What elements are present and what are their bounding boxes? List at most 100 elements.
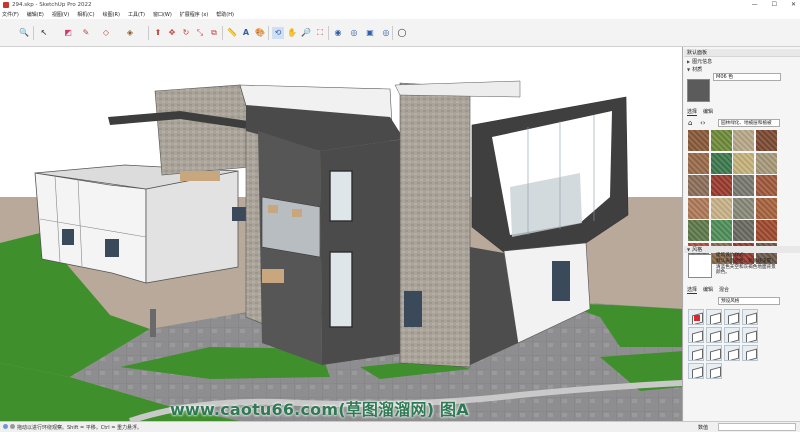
materials-tab-edit[interactable]: 编辑 bbox=[703, 108, 713, 116]
current-material-swatch[interactable] bbox=[687, 79, 710, 102]
model-viewport[interactable]: www.caotu66.com(草图溜溜网) 图A bbox=[0, 47, 683, 421]
tray-title: 默认面板 bbox=[684, 49, 800, 57]
paint-icon[interactable]: 🎨 bbox=[254, 27, 266, 39]
style-thumbnail[interactable] bbox=[688, 309, 704, 325]
menu-camera[interactable]: 相机(C) bbox=[77, 11, 94, 18]
material-swatch[interactable] bbox=[755, 175, 777, 196]
material-swatch[interactable] bbox=[688, 220, 709, 241]
entity-info-section[interactable]: ▶ 图元信息 bbox=[684, 58, 800, 65]
material-swatch[interactable] bbox=[710, 152, 732, 174]
style-category-dropdown[interactable]: 预设风格 bbox=[718, 297, 780, 305]
geo-icon[interactable] bbox=[10, 424, 15, 429]
styles-tab-edit[interactable]: 编辑 bbox=[703, 286, 713, 294]
material-swatch[interactable] bbox=[733, 130, 754, 151]
styles-section[interactable]: ▼ 风格 bbox=[684, 246, 800, 253]
style-info: 建筑设计样式 默认表面颜色，轮廓线设置；清蓝色天空和灰褐色地面背景颜色。 bbox=[716, 253, 780, 276]
style-thumbnail[interactable] bbox=[688, 327, 704, 343]
text-icon[interactable]: A bbox=[240, 27, 252, 39]
style-thumbnail[interactable] bbox=[706, 363, 722, 379]
material-swatch[interactable] bbox=[688, 130, 709, 151]
pan-icon[interactable]: ✋ bbox=[286, 27, 298, 39]
style-thumbnail[interactable] bbox=[742, 327, 758, 343]
material-swatch[interactable] bbox=[733, 197, 754, 219]
styles-tab-select[interactable]: 选择 bbox=[687, 286, 698, 294]
sketchup-logo-icon bbox=[3, 2, 9, 8]
material-category-dropdown[interactable]: 园林绿化、地被层和植被 bbox=[718, 119, 780, 127]
menu-file[interactable]: 文件(F) bbox=[2, 11, 19, 18]
style-thumbnail[interactable] bbox=[688, 345, 704, 361]
close-button[interactable]: ✕ bbox=[791, 1, 796, 8]
main-toolbar: 🔍 ↖ ◩ ✎ ◇ ◈ ⬆ ✥ ↻ ⤡ ⧉ 📏 A 🎨 ⟲ ✋ 🔎 ⛶ ◉ ◎ … bbox=[0, 19, 800, 47]
zoom-icon[interactable]: 🔎 bbox=[300, 27, 312, 39]
material-swatch[interactable] bbox=[688, 152, 709, 174]
style-thumbnail[interactable] bbox=[688, 363, 704, 379]
current-style-thumbnail[interactable] bbox=[688, 254, 712, 278]
material-swatch[interactable] bbox=[755, 152, 777, 174]
extension-warehouse-icon[interactable]: ◎ bbox=[380, 27, 392, 39]
materials-tab-select[interactable]: 选择 bbox=[687, 108, 698, 116]
menu-window[interactable]: 窗口(W) bbox=[153, 11, 172, 18]
nav-arrows-icon[interactable]: ‹› bbox=[700, 119, 706, 127]
material-swatch[interactable] bbox=[688, 197, 709, 219]
material-swatch[interactable] bbox=[755, 220, 777, 241]
info-icon[interactable] bbox=[3, 424, 8, 429]
style-thumbnail[interactable] bbox=[724, 309, 740, 325]
menu-tools[interactable]: 工具(T) bbox=[128, 11, 145, 18]
menu-draw[interactable]: 绘图(R) bbox=[103, 11, 120, 18]
measurements-input[interactable] bbox=[718, 423, 796, 431]
offset-icon[interactable]: ⧉ bbox=[208, 27, 220, 39]
toolbar-separator bbox=[268, 26, 269, 40]
style-thumbnail[interactable] bbox=[706, 345, 722, 361]
select-icon[interactable]: ↖ bbox=[38, 27, 50, 39]
style-thumbnail[interactable] bbox=[724, 327, 740, 343]
zoom-window-icon[interactable]: ⛶ bbox=[314, 27, 326, 39]
rotate-icon[interactable]: ↻ bbox=[180, 27, 192, 39]
menu-extensions[interactable]: 扩展程序 (x) bbox=[180, 11, 208, 18]
extension-icon[interactable]: ◎ bbox=[348, 27, 360, 39]
styles-tabs: 选择 编辑 混合 bbox=[684, 286, 729, 294]
home-icon[interactable]: ⌂ bbox=[688, 119, 692, 127]
window-title: 294.skp - SketchUp Pro 2022 bbox=[12, 2, 92, 8]
warehouse-icon[interactable]: ◉ bbox=[332, 27, 344, 39]
layout-icon[interactable]: ▣ bbox=[364, 27, 376, 39]
scale-icon[interactable]: ⤡ bbox=[194, 27, 206, 39]
paint-bucket-icon[interactable]: ◈ bbox=[124, 27, 136, 39]
style-thumbnail[interactable] bbox=[724, 345, 740, 361]
account-icon[interactable]: ◯ bbox=[396, 27, 408, 39]
material-swatch[interactable] bbox=[710, 130, 732, 151]
style-description: 默认表面颜色，轮廓线设置；清蓝色天空和灰褐色地面背景颜色。 bbox=[716, 258, 776, 276]
material-swatch[interactable] bbox=[733, 175, 754, 196]
style-thumbnail[interactable] bbox=[706, 327, 722, 343]
tape-measure-icon[interactable]: 📏 bbox=[226, 27, 238, 39]
style-thumbnail[interactable] bbox=[742, 309, 758, 325]
materials-section[interactable]: ▼ 材质 bbox=[684, 66, 800, 73]
expand-triangle-icon: ▼ bbox=[687, 67, 691, 72]
toolbar-separator bbox=[392, 26, 393, 40]
eraser-icon[interactable]: ◩ bbox=[62, 27, 74, 39]
material-swatch[interactable] bbox=[710, 197, 732, 219]
style-thumbnail[interactable] bbox=[706, 309, 722, 325]
styles-grid bbox=[688, 309, 758, 379]
menu-help[interactable]: 帮助(H) bbox=[216, 11, 234, 18]
push-pull-icon[interactable]: ⬆ bbox=[152, 27, 164, 39]
move-icon[interactable]: ✥ bbox=[166, 27, 178, 39]
material-swatch[interactable] bbox=[733, 220, 754, 241]
shape-icon[interactable]: ◇ bbox=[100, 27, 112, 39]
zoom-extents-icon[interactable]: 🔍 bbox=[18, 27, 30, 39]
material-swatch[interactable] bbox=[710, 220, 732, 241]
material-swatch[interactable] bbox=[755, 130, 777, 151]
line-icon[interactable]: ✎ bbox=[80, 27, 92, 39]
styles-tab-mix[interactable]: 混合 bbox=[719, 286, 729, 294]
maximize-button[interactable]: ☐ bbox=[772, 1, 777, 8]
style-thumbnail[interactable] bbox=[742, 345, 758, 361]
materials-grid bbox=[688, 130, 777, 264]
material-swatch[interactable] bbox=[755, 197, 777, 219]
menu-view[interactable]: 视图(V) bbox=[52, 11, 69, 18]
material-name-field[interactable]: M06 色 bbox=[713, 73, 781, 81]
orbit-icon[interactable]: ⟲ bbox=[272, 27, 284, 39]
menu-edit[interactable]: 编辑(E) bbox=[27, 11, 44, 18]
material-swatch[interactable] bbox=[733, 152, 754, 174]
minimize-button[interactable]: — bbox=[752, 1, 758, 8]
material-swatch[interactable] bbox=[688, 175, 709, 196]
material-swatch[interactable] bbox=[710, 175, 732, 196]
